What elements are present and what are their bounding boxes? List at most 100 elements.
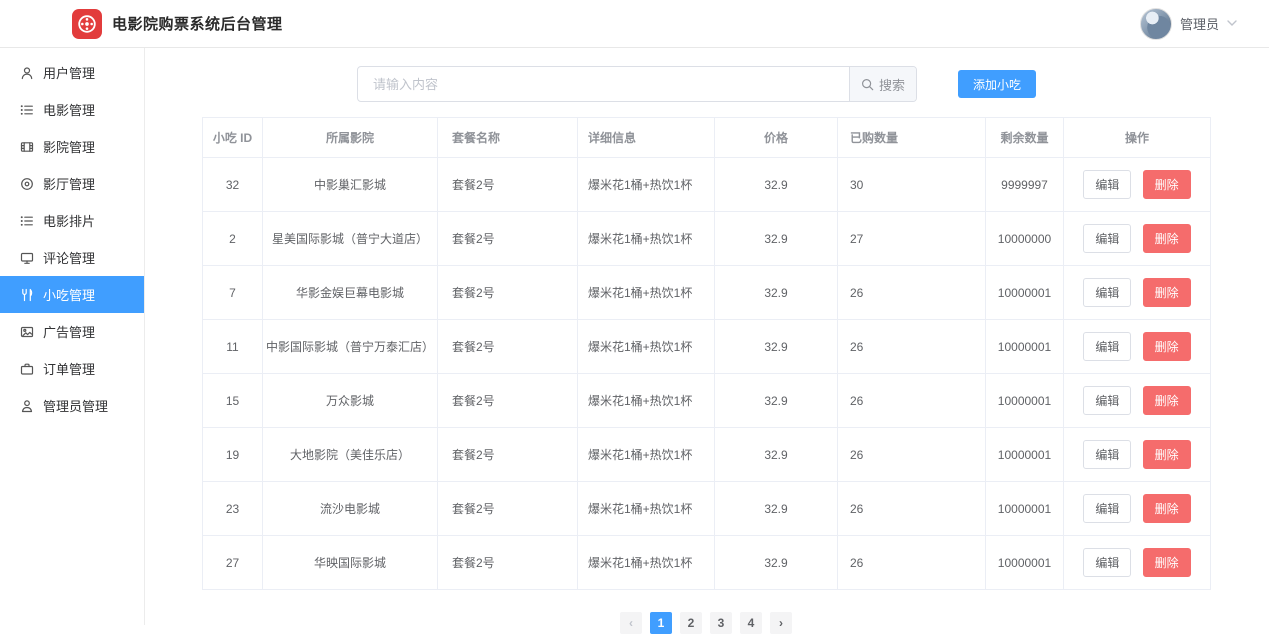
sidebar-item-cinemas[interactable]: 影院管理 [0, 128, 144, 165]
cell-purchased: 27 [837, 211, 986, 266]
cell-actions: 编辑 删除 [1063, 535, 1211, 590]
cell-details: 爆米花1桶+热饮1杯 [577, 535, 715, 590]
cell-price: 32.9 [714, 481, 838, 536]
list-icon [20, 104, 33, 115]
page-layout: 用户管理 电影管理 影院管理 影厅管理 电影排片 评论管理 小吃管理 广告管理 [0, 48, 1269, 634]
cell-cinema: 万众影城 [262, 373, 438, 428]
cell-price: 32.9 [714, 265, 838, 320]
search-button-label: 搜索 [878, 77, 905, 93]
search-button[interactable]: 搜索 [849, 67, 916, 101]
delete-button[interactable]: 删除 [1142, 224, 1191, 253]
delete-button[interactable]: 删除 [1142, 440, 1191, 469]
delete-button[interactable]: 删除 [1142, 386, 1191, 415]
edit-button[interactable]: 编辑 [1083, 278, 1132, 307]
schedule-icon [20, 215, 33, 226]
cell-snack-id: 7 [202, 265, 263, 320]
pagination: ‹ 1 2 3 4 › [202, 612, 1210, 634]
sidebar-item-admins[interactable]: 管理员管理 [0, 387, 144, 424]
cell-remaining: 10000001 [985, 373, 1064, 428]
sidebar-item-label: 广告管理 [43, 325, 96, 340]
cell-details: 爆米花1桶+热饮1杯 [577, 211, 715, 266]
cell-price: 32.9 [714, 373, 838, 428]
cell-details: 爆米花1桶+热饮1杯 [577, 157, 715, 212]
sidebar-item-halls[interactable]: 影厅管理 [0, 165, 144, 202]
edit-button[interactable]: 编辑 [1083, 332, 1132, 361]
sidebar-item-users[interactable]: 用户管理 [0, 54, 144, 91]
cell-package: 套餐2号 [437, 373, 578, 428]
chevron-down-icon [1227, 20, 1237, 27]
edit-button[interactable]: 编辑 [1083, 440, 1132, 469]
picture-icon [20, 326, 34, 337]
sidebar-item-snacks[interactable]: 小吃管理 [0, 276, 144, 313]
sidebar-item-label: 评论管理 [43, 251, 96, 266]
edit-button[interactable]: 编辑 [1083, 494, 1132, 523]
edit-button[interactable]: 编辑 [1083, 548, 1132, 577]
cell-actions: 编辑 删除 [1063, 211, 1211, 266]
cell-snack-id: 15 [202, 373, 263, 428]
cell-purchased: 26 [837, 481, 986, 536]
cell-snack-id: 19 [202, 427, 263, 482]
cell-snack-id: 11 [202, 319, 263, 374]
cell-cinema: 星美国际影城（普宁大道店） [262, 211, 438, 266]
page-button-1[interactable]: 1 [650, 612, 672, 634]
column-header-snack-id: 小吃 ID [202, 117, 263, 158]
cell-remaining: 9999997 [985, 157, 1064, 212]
delete-button[interactable]: 删除 [1142, 494, 1191, 523]
main-content: 搜索 添加小吃 小吃 ID 所属影院 套餐名称 详细信息 价格 已购数量 剩余数… [145, 48, 1269, 634]
table-row: 7 华影金娱巨幕电影城 套餐2号 爆米花1桶+热饮1杯 32.9 26 1000… [202, 265, 1211, 320]
search-input[interactable] [358, 67, 849, 101]
cell-remaining: 10000000 [985, 211, 1064, 266]
table-header-row: 小吃 ID 所属影院 套餐名称 详细信息 价格 已购数量 剩余数量 操作 [202, 117, 1211, 158]
cell-cinema: 大地影院（美佳乐店） [262, 427, 438, 482]
table-row: 2 星美国际影城（普宁大道店） 套餐2号 爆米花1桶+热饮1杯 32.9 27 … [202, 211, 1211, 266]
user-icon [21, 66, 33, 79]
sidebar: 用户管理 电影管理 影院管理 影厅管理 电影排片 评论管理 小吃管理 广告管理 [0, 48, 145, 625]
sidebar-item-ads[interactable]: 广告管理 [0, 313, 144, 350]
cell-package: 套餐2号 [437, 535, 578, 590]
page-button-4[interactable]: 4 [740, 612, 762, 634]
cell-details: 爆米花1桶+热饮1杯 [577, 373, 715, 428]
table-body: 32 中影巢汇影城 套餐2号 爆米花1桶+热饮1杯 32.9 30 999999… [202, 157, 1211, 590]
toolbar: 搜索 添加小吃 [202, 66, 1210, 102]
table-row: 19 大地影院（美佳乐店） 套餐2号 爆米花1桶+热饮1杯 32.9 26 10… [202, 427, 1211, 482]
cell-actions: 编辑 删除 [1063, 319, 1211, 374]
cell-price: 32.9 [714, 319, 838, 374]
edit-button[interactable]: 编辑 [1083, 386, 1132, 415]
cell-details: 爆米花1桶+热饮1杯 [577, 427, 715, 482]
add-snack-button[interactable]: 添加小吃 [958, 70, 1037, 98]
sidebar-item-orders[interactable]: 订单管理 [0, 350, 144, 387]
cell-package: 套餐2号 [437, 211, 578, 266]
sidebar-item-schedules[interactable]: 电影排片 [0, 202, 144, 239]
sidebar-item-label: 电影管理 [43, 103, 96, 118]
cell-cinema: 华影金娱巨幕电影城 [262, 265, 438, 320]
snack-icon [22, 288, 33, 301]
table-row: 15 万众影城 套餐2号 爆米花1桶+热饮1杯 32.9 26 10000001… [202, 373, 1211, 428]
avatar[interactable] [1139, 7, 1172, 40]
briefcase-icon [20, 363, 34, 375]
delete-button[interactable]: 删除 [1142, 170, 1191, 199]
cell-actions: 编辑 删除 [1063, 481, 1211, 536]
sidebar-item-comments[interactable]: 评论管理 [0, 239, 144, 276]
brand: 电影院购票系统后台管理 [72, 8, 283, 39]
cell-remaining: 10000001 [985, 535, 1064, 590]
cell-purchased: 26 [837, 319, 986, 374]
cell-purchased: 30 [837, 157, 986, 212]
pagination-next-button[interactable]: › [770, 612, 792, 634]
page-button-3[interactable]: 3 [710, 612, 732, 634]
page-button-2[interactable]: 2 [680, 612, 702, 634]
cell-package: 套餐2号 [437, 319, 578, 374]
table-row: 32 中影巢汇影城 套餐2号 爆米花1桶+热饮1杯 32.9 30 999999… [202, 157, 1211, 212]
sidebar-item-label: 影院管理 [43, 140, 96, 155]
delete-button[interactable]: 删除 [1142, 332, 1191, 361]
cell-remaining: 10000001 [985, 481, 1064, 536]
delete-button[interactable]: 删除 [1142, 548, 1191, 577]
pagination-prev-button[interactable]: ‹ [620, 612, 642, 634]
cell-price: 32.9 [714, 157, 838, 212]
sidebar-item-movies[interactable]: 电影管理 [0, 91, 144, 128]
sidebar-item-label: 影厅管理 [43, 177, 96, 192]
delete-button[interactable]: 删除 [1142, 278, 1191, 307]
cell-cinema: 华映国际影城 [262, 535, 438, 590]
edit-button[interactable]: 编辑 [1083, 224, 1132, 253]
user-menu[interactable]: 管理员 [1139, 7, 1237, 40]
edit-button[interactable]: 编辑 [1083, 170, 1132, 199]
